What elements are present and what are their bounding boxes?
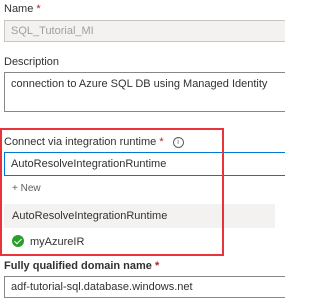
fqdn-label-text: Fully qualified domain name [4, 260, 152, 272]
dropdown-option-myazureir[interactable]: myAzureIR [4, 230, 275, 254]
integration-runtime-required-mark: * [159, 136, 164, 148]
name-label: Name * [4, 3, 41, 15]
linked-service-form: Name * SQL_Tutorial_MI Description conne… [0, 0, 285, 300]
check-circle-icon [12, 235, 24, 247]
dropdown-option-autoresolve[interactable]: AutoResolveIntegrationRuntime [4, 204, 275, 228]
fqdn-input[interactable]: adf-tutorial-sql.database.windows.net [4, 276, 285, 298]
dropdown-option-new[interactable]: + New [4, 177, 275, 201]
name-required-mark: * [36, 3, 41, 15]
fqdn-label: Fully qualified domain name * [4, 260, 159, 272]
integration-runtime-label-text: Connect via integration runtime [4, 136, 157, 148]
info-icon[interactable]: i [172, 137, 184, 148]
integration-runtime-dropdown: + New AutoResolveIntegrationRuntime myAz… [4, 176, 275, 256]
name-input[interactable]: SQL_Tutorial_MI [4, 20, 285, 42]
fqdn-required-mark: * [154, 260, 160, 272]
integration-runtime-select[interactable]: AutoResolveIntegrationRuntime [4, 152, 285, 176]
integration-runtime-label: Connect via integration runtime * i [4, 136, 184, 148]
name-label-text: Name [4, 3, 34, 15]
dropdown-option-myazureir-label: myAzureIR [30, 236, 85, 248]
description-textarea[interactable]: connection to Azure SQL DB using Managed… [4, 72, 285, 112]
description-label: Description [4, 56, 60, 68]
